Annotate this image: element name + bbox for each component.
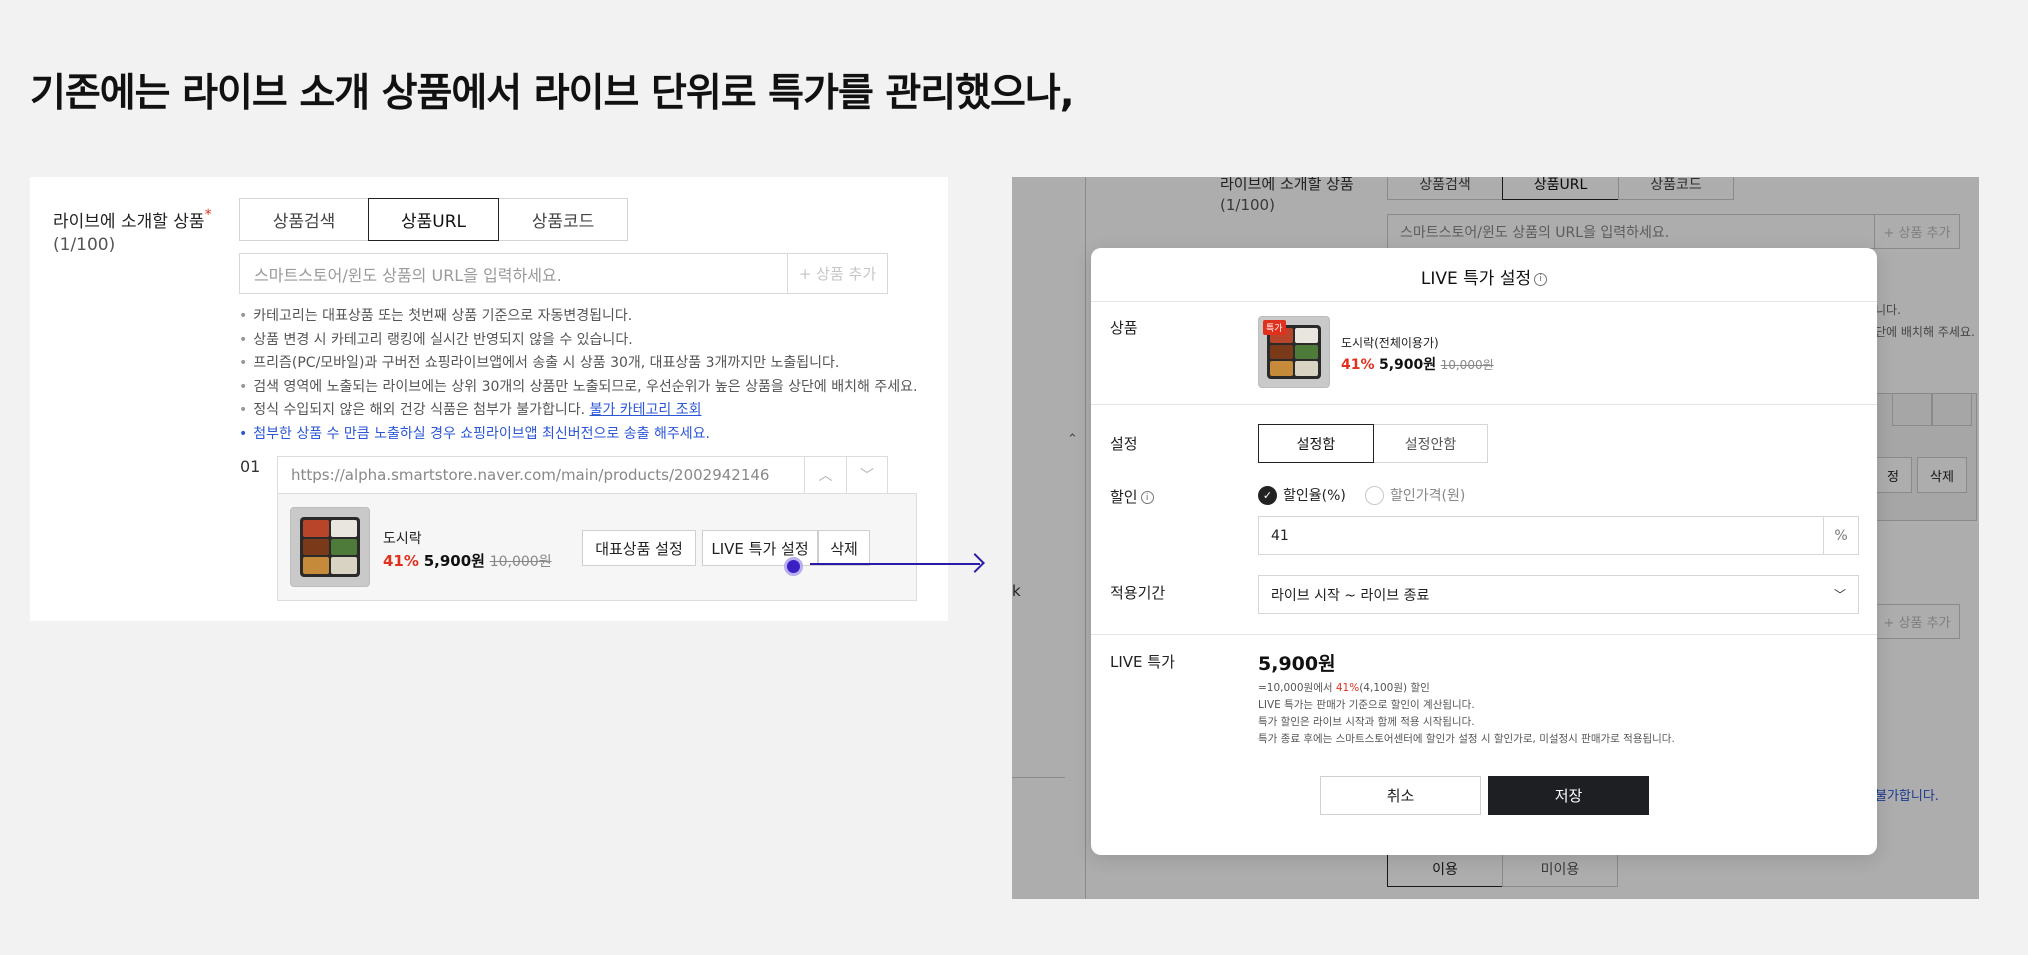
live-product-panel: 라이브에 소개할 상품* (1/100) 상품검색 상품URL 상품코드 스마트… — [30, 177, 948, 621]
set-main-product-button[interactable]: 대표상품 설정 — [582, 530, 696, 566]
info-icon[interactable]: i — [1140, 491, 1154, 504]
modal-original-price: 10,000원 — [1440, 358, 1494, 372]
discount-rate-radio[interactable]: ✓ 할인율(%) — [1258, 485, 1346, 505]
setting-off-option[interactable]: 설정안함 — [1373, 424, 1488, 463]
restricted-category-link[interactable]: 불가 카테고리 조회 — [590, 402, 702, 418]
page-heading: 기존에는 라이브 소개 상품에서 라이브 단위로 특가를 관리했으나, — [30, 71, 1075, 116]
chevron-down-icon: ﹀ — [1833, 588, 1846, 602]
setting-label: 설정 — [1110, 435, 1138, 453]
save-button[interactable]: 저장 — [1488, 776, 1649, 815]
product-url-input[interactable]: 스마트스토어/윈도 상품의 URL을 입력하세요. — [239, 253, 788, 294]
guide-note: • 검색 영역에 노출되는 라이브에는 상위 30개의 상품만 노출되므로, 우선… — [239, 378, 918, 395]
live-special-price-modal: LIVE 특가 설정 i 상품 특가 도시락(전체이용가) 41% 5,900원 … — [1091, 248, 1877, 855]
modal-discount-rate: 41% — [1341, 357, 1375, 373]
discount-unit: % — [1823, 516, 1859, 555]
product-section-label: 라이브에 소개할 상품* — [53, 207, 212, 232]
setting-on-option[interactable]: 설정함 — [1258, 424, 1374, 463]
move-up-button[interactable]: ︿ — [804, 456, 847, 494]
guide-note: • 카테고리는 대표상품 또는 첫번째 상품 기준으로 자동변경됩니다. — [239, 308, 633, 324]
guide-note: • 프리즘(PC/모바일)과 구버전 쇼핑라이브앱에서 송출 시 상품 30개, … — [239, 355, 840, 371]
original-price: 10,000원 — [489, 554, 552, 570]
price-calculation: =10,000원에서 41%(4,100원) 할인 — [1258, 682, 1430, 694]
discount-amount-radio[interactable]: 할인가격(원) — [1365, 485, 1465, 505]
guide-note: • 상품 변경 시 카테고리 랭킹에 실시간 반영되지 않을 수 있습니다. — [239, 331, 633, 348]
cancel-button[interactable]: 취소 — [1320, 776, 1481, 815]
modal-sale-price: 5,900원 — [1378, 357, 1437, 373]
sale-price: 5,900원 — [423, 552, 485, 570]
guide-note-highlight: • 첨부한 상품 수 만큼 노출하실 경우 쇼핑라이브앱 최신버전으로 송출 해주… — [239, 425, 710, 442]
required-mark: * — [204, 207, 212, 223]
delete-button[interactable]: 삭제 — [818, 530, 870, 566]
tab-product-search[interactable]: 상품검색 — [239, 198, 369, 241]
guide-notes: • 카테고리는 대표상품 또는 첫번째 상품 기준으로 자동변경됩니다. • 상품 … — [239, 305, 917, 446]
live-price-note: LIVE 특가는 판매가 기준으로 할인이 계산됩니다. — [1258, 699, 1475, 711]
chevron-down-icon: ﹀ — [860, 468, 874, 484]
discount-value-input[interactable]: 41 — [1258, 516, 1824, 555]
chevron-up-icon: ︿ — [818, 468, 833, 484]
discount-rate: 41% — [383, 552, 419, 570]
item-index: 01 — [240, 457, 261, 476]
product-thumbnail — [290, 507, 370, 587]
modal-product-price: 41% 5,900원 10,000원 — [1341, 354, 1494, 374]
tab-product-url[interactable]: 상품URL — [368, 198, 499, 241]
info-icon[interactable]: i — [1534, 272, 1548, 286]
modal-product-thumbnail: 특가 — [1258, 316, 1330, 388]
tab-product-code[interactable]: 상품코드 — [498, 198, 628, 241]
modal-product-name: 도시락(전체이용가) — [1341, 336, 1439, 350]
live-price-label: LIVE 특가 — [1110, 653, 1175, 671]
modal-title: LIVE 특가 설정 i — [1091, 264, 1877, 289]
product-count: (1/100) — [53, 235, 116, 255]
product-label: 상품 — [1110, 319, 1138, 337]
product-price: 41% 5,900원 10,000원 — [383, 550, 552, 571]
connector-line — [810, 563, 980, 565]
arrow-right-icon — [965, 553, 985, 573]
product-item-card: 도시락 41% 5,900원 10,000원 대표상품 설정 LIVE 특가 설… — [277, 493, 917, 601]
item-url-field[interactable]: https://alpha.smartstore.naver.com/main/… — [277, 456, 804, 494]
live-special-price: 5,900원 — [1258, 653, 1336, 675]
discount-label: 할인 i — [1110, 486, 1154, 507]
add-product-button[interactable]: + 상품 추가 — [788, 253, 888, 294]
live-price-note: 특가 종료 후에는 스마트스토어센터에 할인가 설정 시 할인가로, 미설정시 … — [1258, 733, 1675, 745]
guide-note: • 정식 수입되지 않은 해외 건강 식품은 첨부가 불가합니다. 불가 카테고리… — [239, 402, 702, 418]
period-label: 적용기간 — [1110, 584, 1166, 602]
move-down-button[interactable]: ﹀ — [847, 456, 888, 494]
product-name: 도시락 — [383, 531, 422, 547]
live-price-notes: =10,000원에서 41%(4,100원) 할인 LIVE 특가는 판매가 기… — [1258, 680, 1675, 748]
check-icon: ✓ — [1258, 485, 1277, 505]
click-indicator — [784, 557, 803, 576]
period-select[interactable]: 라이브 시작 ~ 라이브 종료 ﹀ — [1258, 575, 1859, 614]
live-price-note: 특가 할인은 라이브 시작과 함께 적용 시작됩니다. — [1258, 716, 1475, 728]
special-badge: 특가 — [1263, 320, 1286, 335]
